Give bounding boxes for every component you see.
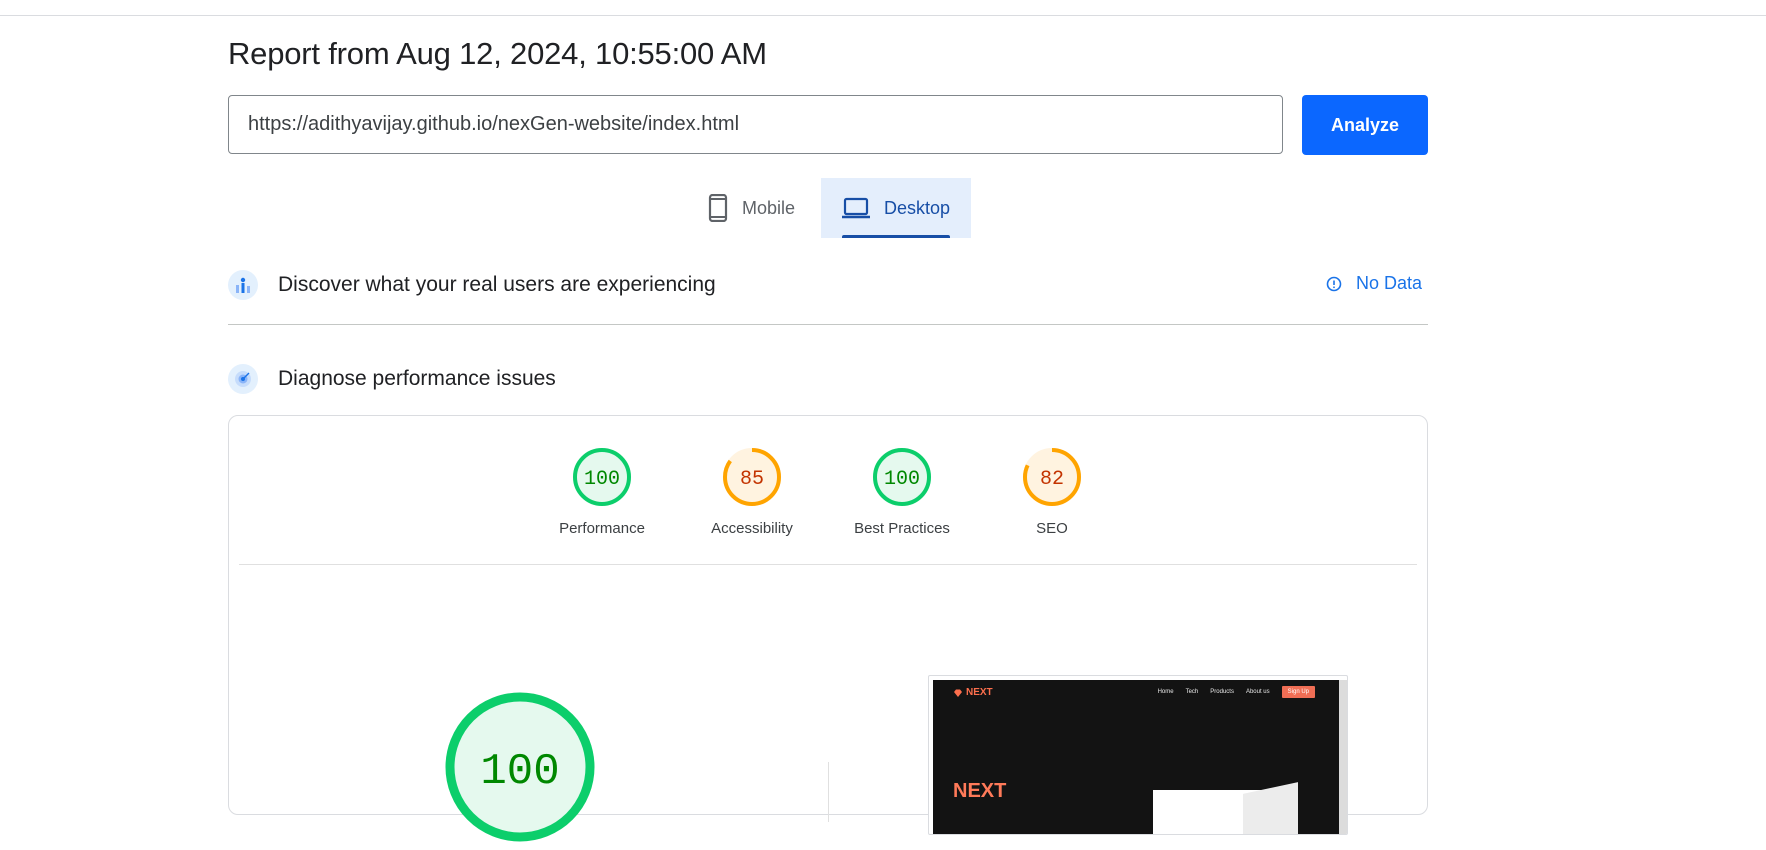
- big-performance-gauge: 100: [442, 689, 598, 850]
- lab-data-section[interactable]: Diagnose performance issues: [228, 364, 556, 394]
- section-divider: [228, 324, 1428, 325]
- score-value: 100: [884, 468, 920, 491]
- score-value: 82: [1040, 468, 1064, 491]
- gauge-ring: 85: [723, 448, 781, 506]
- lab-data-heading: Diagnose performance issues: [278, 367, 556, 390]
- thumb-signup-button: Sign Up: [1281, 686, 1315, 698]
- score-gauge-seo[interactable]: 82 SEO: [982, 446, 1122, 537]
- tab-mobile-label: Mobile: [742, 197, 796, 218]
- thumb-nav-item: About us: [1245, 689, 1270, 695]
- big-score-value: 100: [480, 747, 559, 797]
- field-data-heading: Discover what your real users are experi…: [278, 273, 716, 296]
- analyze-button[interactable]: Analyze: [1302, 95, 1428, 155]
- thumb-nav-item: Home: [1157, 689, 1174, 695]
- thumb-logo: NEXT: [953, 687, 993, 698]
- report-title: Report from Aug 12, 2024, 10:55:00 AM: [228, 36, 767, 71]
- laptop-icon: [842, 197, 870, 219]
- field-data-section[interactable]: Discover what your real users are experi…: [228, 270, 716, 300]
- score-label: Best Practices: [854, 520, 950, 537]
- no-data-label: No Data: [1356, 273, 1423, 293]
- tab-desktop[interactable]: Desktop: [821, 178, 971, 238]
- gauge-ring: 82: [1023, 448, 1081, 506]
- score-label: Performance: [559, 520, 645, 537]
- no-data-status: No Data: [1326, 273, 1422, 294]
- score-gauge-best-practices[interactable]: 100 Best Practices: [832, 446, 972, 537]
- thumb-logo-text: NEXT: [966, 687, 993, 698]
- score-value: 100: [584, 468, 620, 491]
- diamond-icon: [954, 689, 962, 697]
- top-divider: [0, 15, 1766, 16]
- page-screenshot-thumbnail: NEXT Home Tech Products About us Sign Up…: [928, 675, 1348, 835]
- lighthouse-icon: [228, 364, 258, 394]
- tab-selected-indicator: [842, 235, 950, 238]
- smartphone-icon: [708, 194, 728, 222]
- url-input[interactable]: [228, 95, 1283, 154]
- score-gauge-accessibility[interactable]: 85 Accessibility: [682, 446, 822, 537]
- gauge-ring: 100: [573, 448, 631, 506]
- gauge-ring: 100: [873, 448, 931, 506]
- metrics-separator: [828, 762, 829, 822]
- thumb-hero-text: NEXT: [953, 780, 1007, 802]
- thumb-nav: Home Tech Products About us Sign Up: [1158, 686, 1315, 698]
- score-value: 85: [740, 468, 764, 491]
- score-label: Accessibility: [711, 520, 793, 537]
- score-gauge-performance[interactable]: 100 Performance: [532, 446, 672, 537]
- card-divider: [239, 564, 1417, 565]
- info-icon: [1326, 276, 1342, 292]
- thumb-nav-item: Tech: [1185, 689, 1199, 695]
- thumb-nav-item: Products: [1210, 689, 1234, 695]
- score-label: SEO: [1036, 520, 1068, 537]
- lighthouse-report-card: 100 Performance 85 Accessibility 100 Bes…: [228, 415, 1428, 842]
- thumb-scrollbar: [1339, 680, 1347, 834]
- tab-desktop-label: Desktop: [884, 197, 951, 218]
- tab-mobile[interactable]: Mobile: [700, 178, 818, 238]
- crux-chart-icon: [228, 270, 258, 300]
- big-gauge-ring: 100: [445, 692, 595, 842]
